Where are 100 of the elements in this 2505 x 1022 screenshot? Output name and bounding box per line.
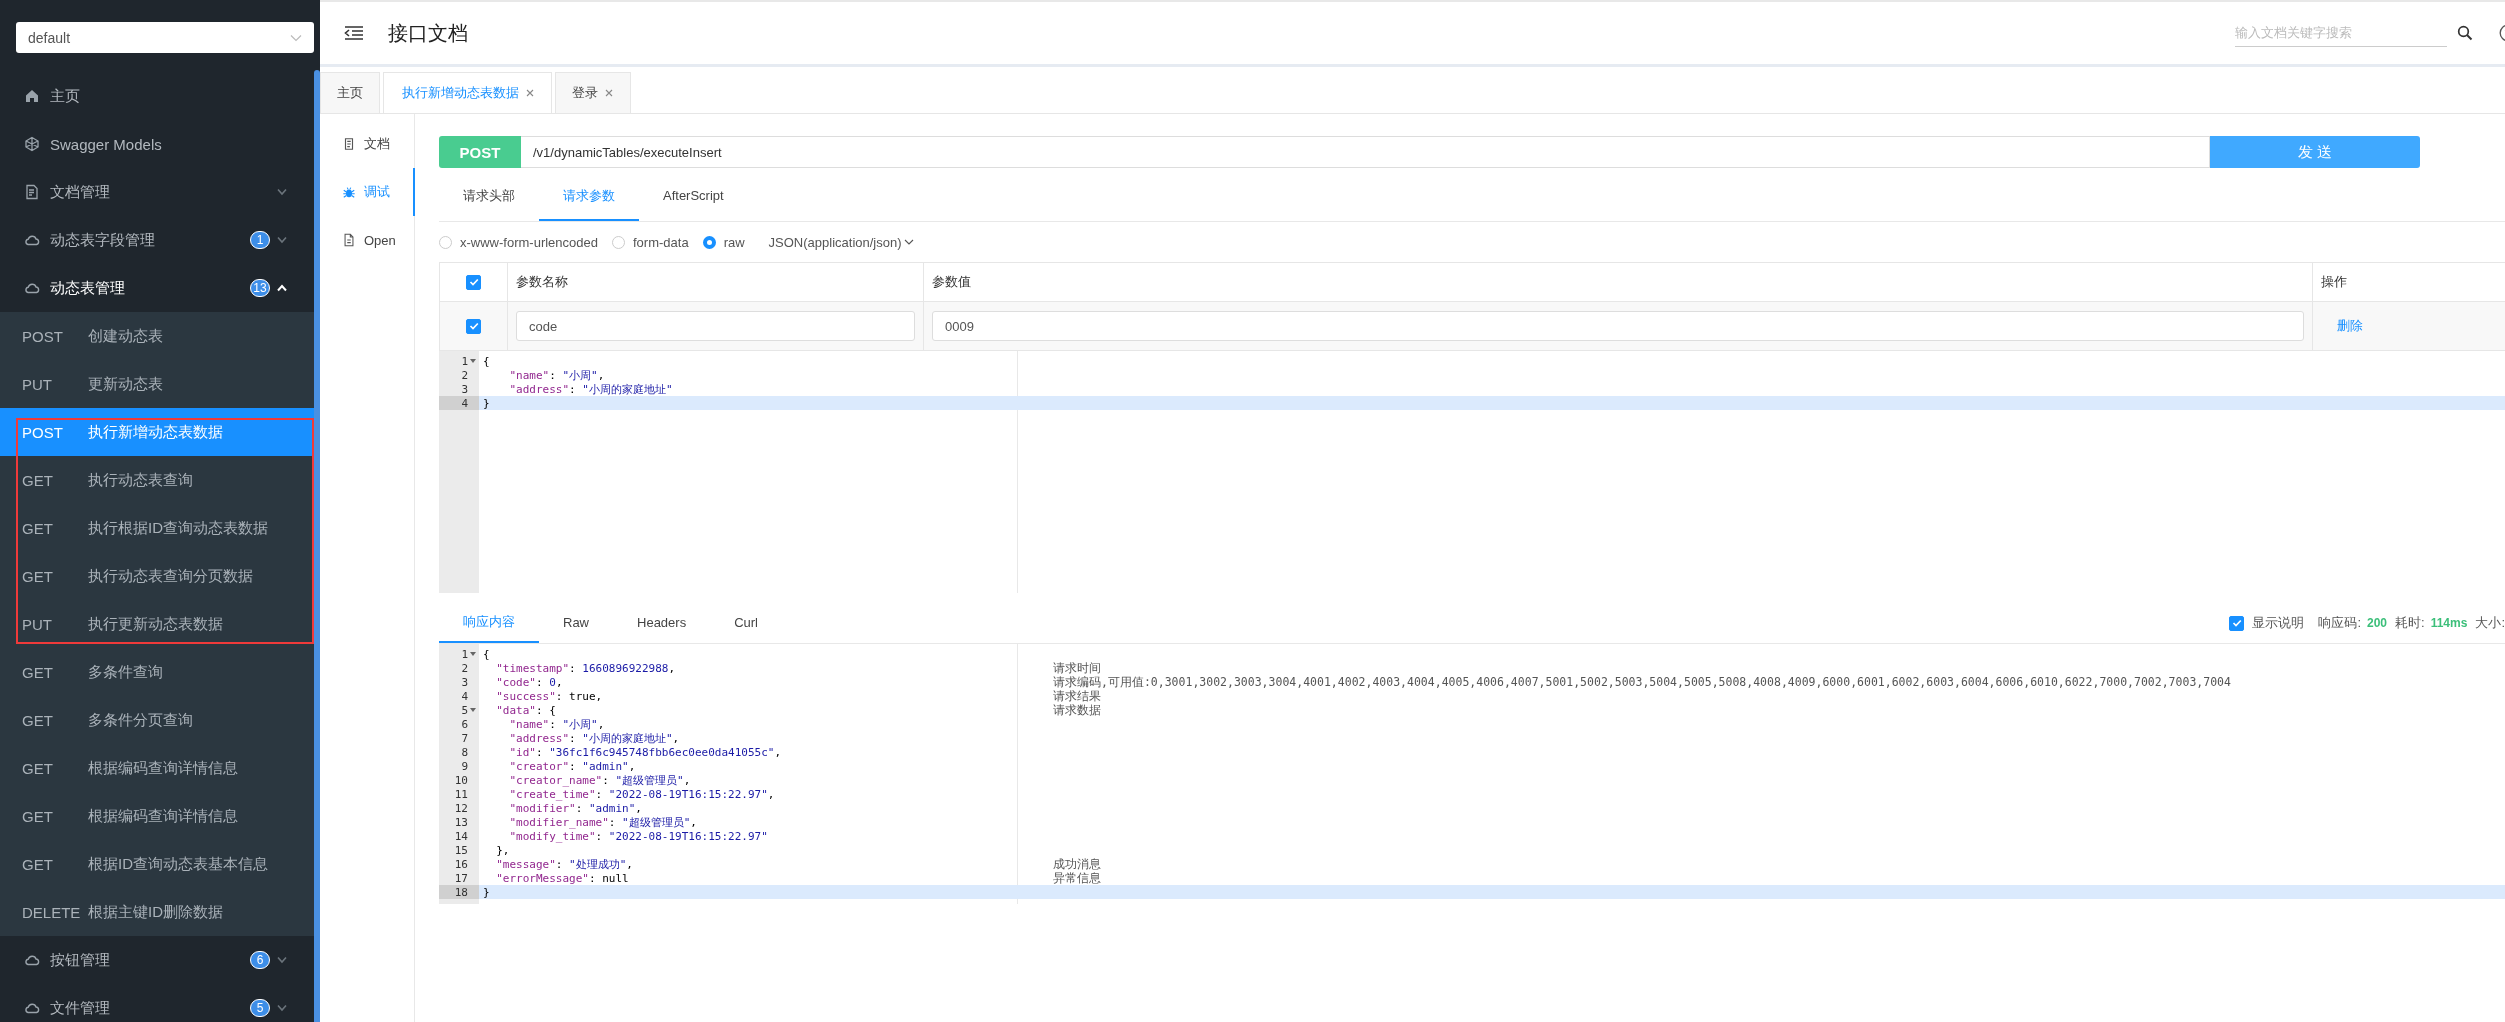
- checkmark-icon: [2230, 617, 2243, 629]
- line-number: 6: [461, 717, 468, 731]
- column-header: 参数值: [932, 273, 971, 291]
- api-item[interactable]: GET 根据编码查询详情信息: [0, 792, 314, 840]
- line-number: 17: [454, 871, 468, 885]
- code-line: "modify_time": "2022-08-19T16:15:22.97": [508, 829, 768, 843]
- api-item[interactable]: GET 执行根据ID查询动态表数据: [0, 504, 314, 552]
- api-item[interactable]: GET 根据编码查询详情信息: [0, 744, 314, 792]
- group-select[interactable]: default: [16, 22, 314, 53]
- view-tab[interactable]: Open: [320, 216, 414, 264]
- select-all-checkbox[interactable]: [466, 274, 481, 290]
- code-line: "creator_name": "超级管理员",: [508, 773, 691, 787]
- field-note: 请求时间: [1053, 660, 1101, 676]
- line-number: 8: [461, 745, 468, 759]
- code-line: {: [483, 354, 490, 368]
- line-number: 13: [454, 815, 468, 829]
- view-tab[interactable]: 文档: [320, 120, 414, 168]
- row-checkbox[interactable]: [466, 318, 481, 334]
- request-tab[interactable]: 请求头部: [439, 172, 539, 221]
- page-tab[interactable]: 主页: [320, 72, 380, 113]
- document-icon: [24, 184, 40, 200]
- api-item[interactable]: GET 执行动态表查询: [0, 456, 314, 504]
- bug-icon: [342, 185, 356, 199]
- field-note: 请求结果: [1053, 688, 1101, 704]
- menu-item[interactable]: 动态表字段管理 1: [0, 216, 314, 264]
- request-body-editor[interactable]: 1 { 2 "name": "小周", 3 "address": "小周的家庭地址" 4 }: [439, 351, 2505, 593]
- request-tab[interactable]: AfterScript: [639, 172, 748, 221]
- code-line: "errorMessage": null: [495, 871, 629, 885]
- code-line: "data": {: [495, 703, 556, 717]
- response-tab[interactable]: Raw: [539, 603, 613, 643]
- count-badge: 6: [250, 951, 270, 969]
- code-line: "address": "小周的家庭地址",: [508, 731, 680, 745]
- code-line: "create_time": "2022-08-19T16:15:22.97",: [508, 787, 775, 801]
- line-number: 2: [461, 368, 468, 382]
- api-item[interactable]: PUT 更新动态表: [0, 360, 314, 408]
- chevron-down-icon: [276, 956, 288, 964]
- menu-item[interactable]: 动态表管理 13: [0, 264, 314, 312]
- response-tab[interactable]: Curl: [710, 603, 782, 643]
- api-item[interactable]: DELETE 根据主键ID删除数据: [0, 888, 314, 936]
- line-number: 3: [461, 382, 468, 396]
- checkbox-label: 显示说明: [2252, 614, 2305, 632]
- line-number: 1: [461, 647, 468, 661]
- fold-caret-icon[interactable]: [469, 706, 477, 714]
- line-number: 12: [454, 801, 468, 815]
- code-line: "success": true,: [495, 689, 603, 703]
- body-type-radio[interactable]: x-www-form-urlencoded: [439, 234, 598, 250]
- api-item[interactable]: GET 执行动态表查询分页数据: [0, 552, 314, 600]
- checkmark-icon: [467, 320, 480, 332]
- line-number: 4: [461, 396, 468, 410]
- search-icon[interactable]: [2457, 25, 2473, 41]
- api-item[interactable]: GET 根据ID查询动态表基本信息: [0, 840, 314, 888]
- body-type-radio[interactable]: raw: [702, 234, 745, 250]
- menu-item[interactable]: 按钮管理 6: [0, 936, 314, 984]
- page-tab[interactable]: 登录: [555, 72, 631, 113]
- code-line: "modifier": "admin",: [508, 801, 642, 815]
- param-value-field[interactable]: 0009: [932, 311, 2304, 341]
- fold-caret-icon[interactable]: [469, 357, 477, 365]
- line-number: 7: [461, 731, 468, 745]
- api-item[interactable]: GET 多条件查询: [0, 648, 314, 696]
- count-badge: 1: [250, 231, 270, 249]
- show-notes-checkbox[interactable]: [2229, 615, 2245, 631]
- line-number: 10: [454, 773, 468, 787]
- chevron-down-icon: [276, 188, 288, 196]
- close-icon[interactable]: [525, 88, 535, 98]
- param-name-field[interactable]: code: [516, 311, 915, 341]
- cube-icon: [24, 136, 40, 152]
- code-line: },: [495, 843, 510, 857]
- line-number: 9: [461, 759, 468, 773]
- field-note: 成功消息: [1053, 856, 1101, 872]
- code-line: "creator": "admin",: [508, 759, 636, 773]
- fold-caret-icon[interactable]: [469, 650, 477, 658]
- scrollbar[interactable]: [314, 70, 320, 1022]
- menu-item[interactable]: Swagger Models: [0, 120, 314, 168]
- menu-item[interactable]: 主页: [0, 72, 314, 120]
- size-label: 大小:: [2475, 614, 2505, 632]
- menu-icon[interactable]: [344, 25, 364, 41]
- line-number: 16: [454, 857, 468, 871]
- field-note: 请求数据: [1053, 702, 1101, 718]
- status-code: 200: [2367, 615, 2388, 632]
- column-header: 参数名称: [516, 273, 568, 291]
- response-time: 114ms: [2430, 615, 2468, 632]
- column-header: 操作: [2321, 273, 2347, 291]
- menu-item[interactable]: 文件管理 5: [0, 984, 314, 1022]
- menu-item[interactable]: 文档管理: [0, 168, 314, 216]
- line-number: 3: [461, 675, 468, 689]
- home-icon: [24, 88, 40, 104]
- line-number: 14: [454, 829, 468, 843]
- response-tab[interactable]: Headers: [613, 603, 711, 643]
- close-icon[interactable]: [604, 88, 614, 98]
- url-field[interactable]: /v1/dynamicTables/executeInsert: [521, 136, 2210, 168]
- code-line: "timestamp": 1660896922988,: [495, 661, 676, 675]
- content-type-dropdown[interactable]: JSON(application/json): [768, 234, 914, 250]
- caret-icon: [903, 239, 914, 245]
- line-number: 18: [454, 885, 468, 899]
- code-line: "name": "小周",: [508, 368, 605, 382]
- count-badge: 5: [250, 999, 270, 1017]
- api-item[interactable]: GET 多条件分页查询: [0, 696, 314, 744]
- body-type-radio[interactable]: form-data: [612, 234, 689, 250]
- api-item[interactable]: POST 创建动态表: [0, 312, 314, 360]
- document-icon: [342, 137, 356, 151]
